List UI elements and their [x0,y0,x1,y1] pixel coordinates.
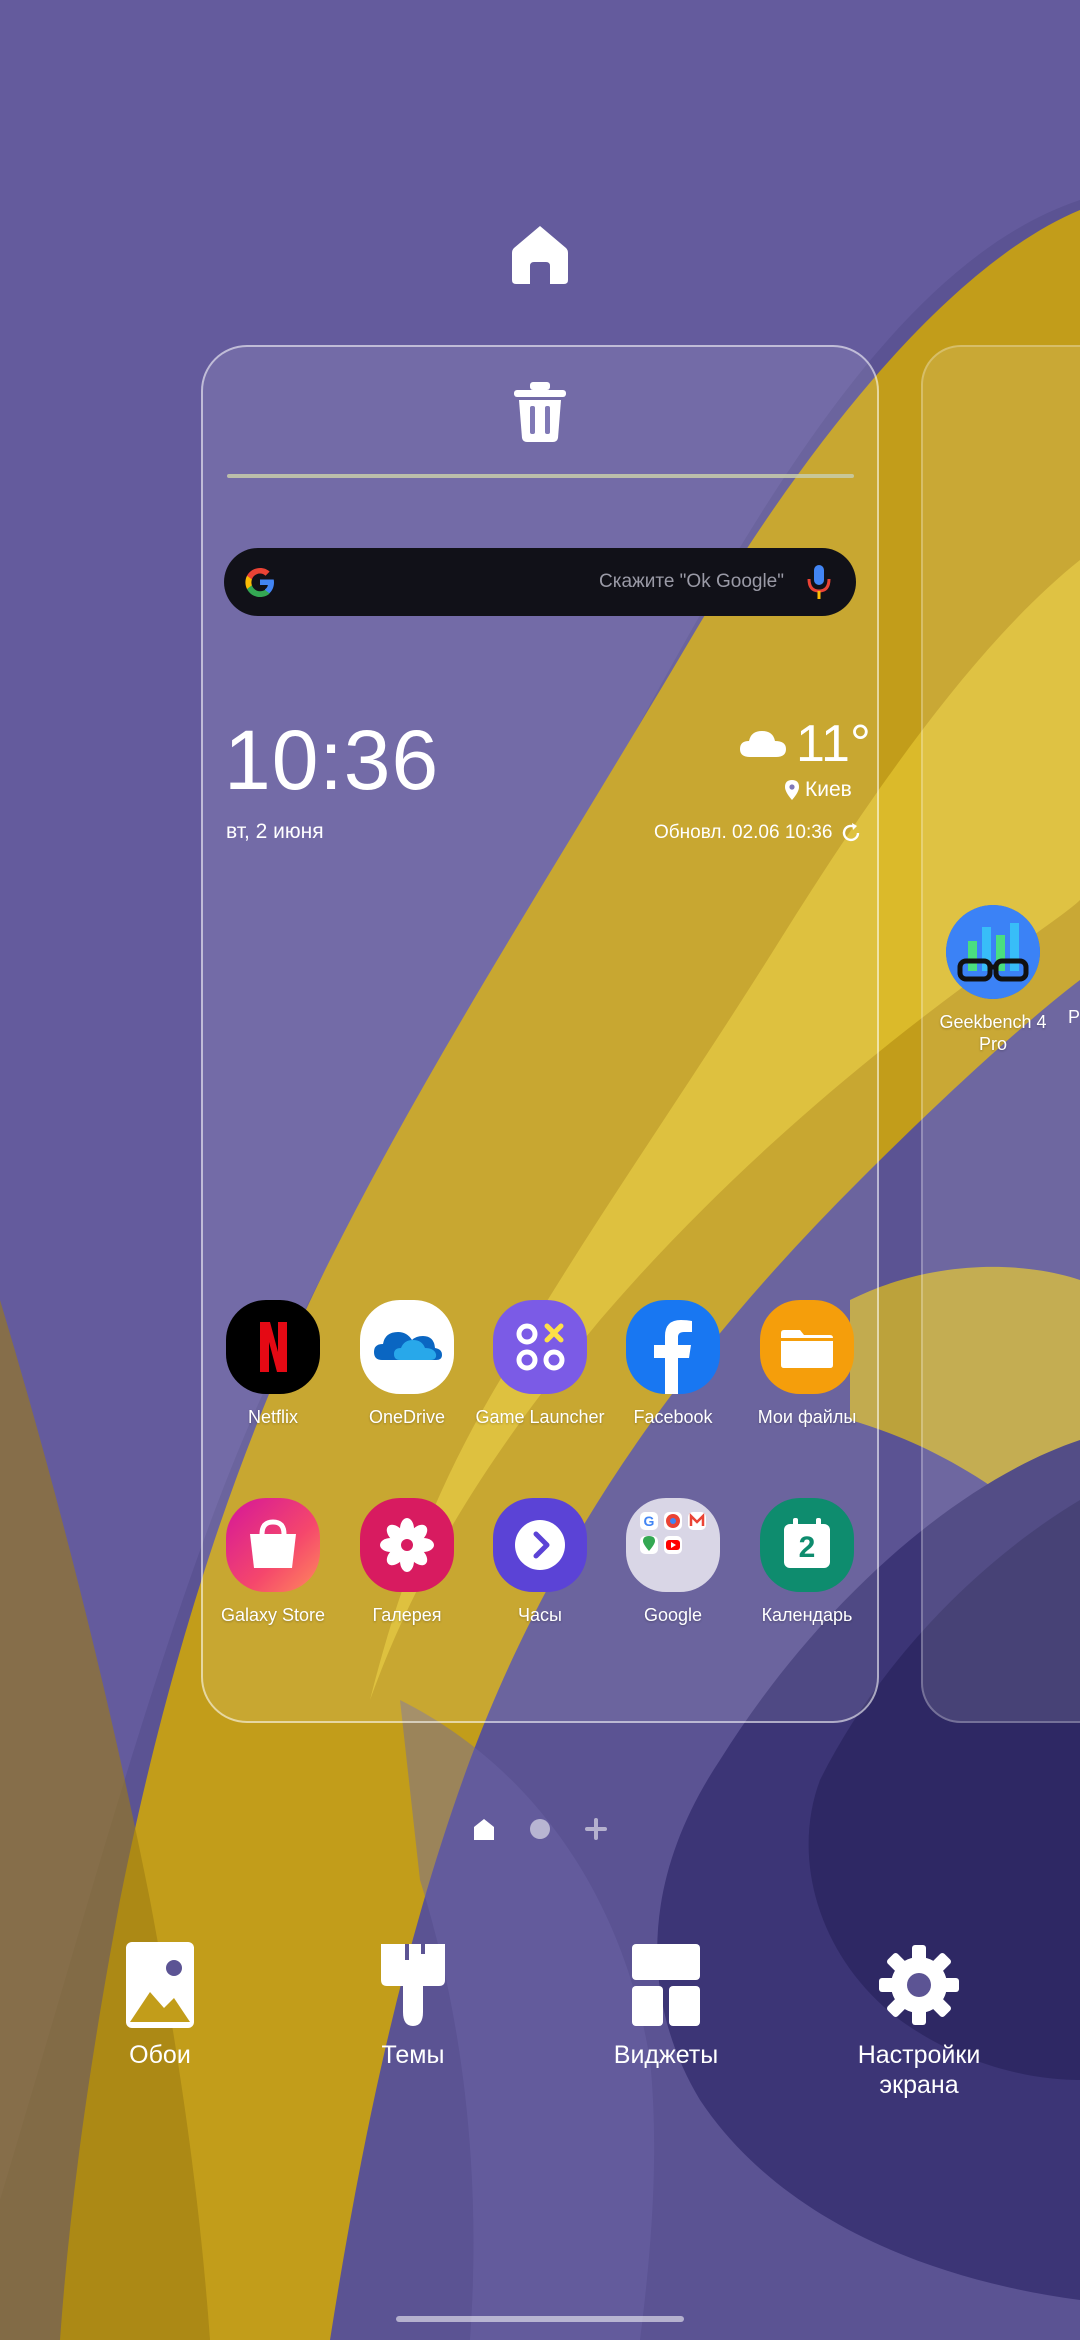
app-gallery[interactable]: Галерея [337,1498,477,1626]
home-page-icon[interactable] [508,222,572,286]
game-launcher-icon [493,1300,587,1394]
refresh-icon[interactable] [840,822,862,844]
app-label: Часы [518,1605,562,1625]
app-label: Мои файлы [757,1407,857,1427]
page-dot [530,1819,550,1839]
weather-updated: Обновл. 02.06 10:36 [654,822,862,844]
search-placeholder: Скажите "Ok Google" [599,571,784,592]
svg-text:G: G [644,1513,655,1529]
paint-brush-icon [381,1944,445,2026]
app-label: Google [643,1605,703,1625]
shopping-bag-icon [226,1498,320,1592]
app-label: Календарь [761,1605,853,1625]
onedrive-icon [360,1300,454,1394]
partial-app-label: P [1068,1007,1080,1027]
page-indicator [474,1818,607,1840]
flower-icon [360,1498,454,1592]
app-label: Netflix [247,1407,298,1427]
weather-location: Киев [785,778,852,802]
app-my-files[interactable]: Мои файлы [737,1300,877,1428]
app-label: Galaxy Store [220,1605,326,1625]
microphone-icon[interactable] [806,563,832,601]
trash-icon[interactable] [512,380,568,444]
app-facebook[interactable]: Facebook [603,1300,743,1428]
widgets-button[interactable]: Виджеты [566,1940,766,2070]
app-onedrive[interactable]: OneDrive [337,1300,477,1428]
themes-button[interactable]: Темы [313,1940,513,2070]
location-pin-icon [785,780,799,800]
folder-icon [760,1300,854,1394]
clock-date: вт, 2 июня [226,820,324,843]
calendar-day: 2 [798,1531,816,1564]
cloud-icon [740,731,786,757]
wallpapers-label: Обои [129,2041,191,2069]
facebook-icon [626,1300,720,1394]
app-clock[interactable]: Часы [470,1498,610,1626]
clock-app-icon [493,1498,587,1592]
geekbench-label-line2: Pro [978,1034,1007,1054]
app-label: Game Launcher [475,1407,605,1427]
gear-icon [879,1945,959,2025]
weather-temperature[interactable]: 11° [738,718,871,770]
app-label: Facebook [633,1407,713,1427]
google-folder-icon: G [626,1498,720,1592]
geekbench-label-line1: Geekbench 4 [939,1012,1047,1032]
app-netflix[interactable]: Netflix [203,1300,343,1428]
geekbench-icon [946,905,1040,999]
home-page-dot-icon [474,1819,494,1840]
app-label: Галерея [372,1605,442,1625]
clock-time[interactable]: 10:36 [224,718,439,802]
widgets-icon [632,1944,700,2026]
calendar-icon: 2 [760,1498,854,1592]
gesture-nav-bar[interactable] [396,2316,684,2322]
google-g-icon [245,568,274,597]
wallpapers-button[interactable]: Обои [60,1940,260,2070]
app-label: OneDrive [368,1407,446,1427]
screen-settings-button[interactable]: Настройки экрана [819,1940,1019,2100]
app-galaxy-store[interactable]: Galaxy Store [203,1498,343,1626]
city-name: Киев [805,778,852,801]
widgets-label: Виджеты [613,2041,719,2069]
temperature-value: 11° [796,715,871,773]
themes-label: Темы [381,2041,445,2069]
app-google-folder[interactable]: G Google [603,1498,743,1626]
app-calendar[interactable]: 2 Календарь [737,1498,877,1626]
app-geekbench[interactable]: Geekbench 4 Pro [923,905,1063,1055]
wallpaper-icon [126,1942,194,2028]
app-game-launcher[interactable]: Game Launcher [470,1300,610,1428]
netflix-icon [226,1300,320,1394]
settings-label-line2: экрана [879,2071,959,2099]
settings-label-line1: Настройки [857,2041,981,2069]
add-page-icon [585,1818,607,1840]
google-search-bar[interactable]: Скажите "Ok Google" [224,548,856,616]
updated-text: Обновл. 02.06 10:36 [654,822,833,843]
divider [227,474,854,478]
